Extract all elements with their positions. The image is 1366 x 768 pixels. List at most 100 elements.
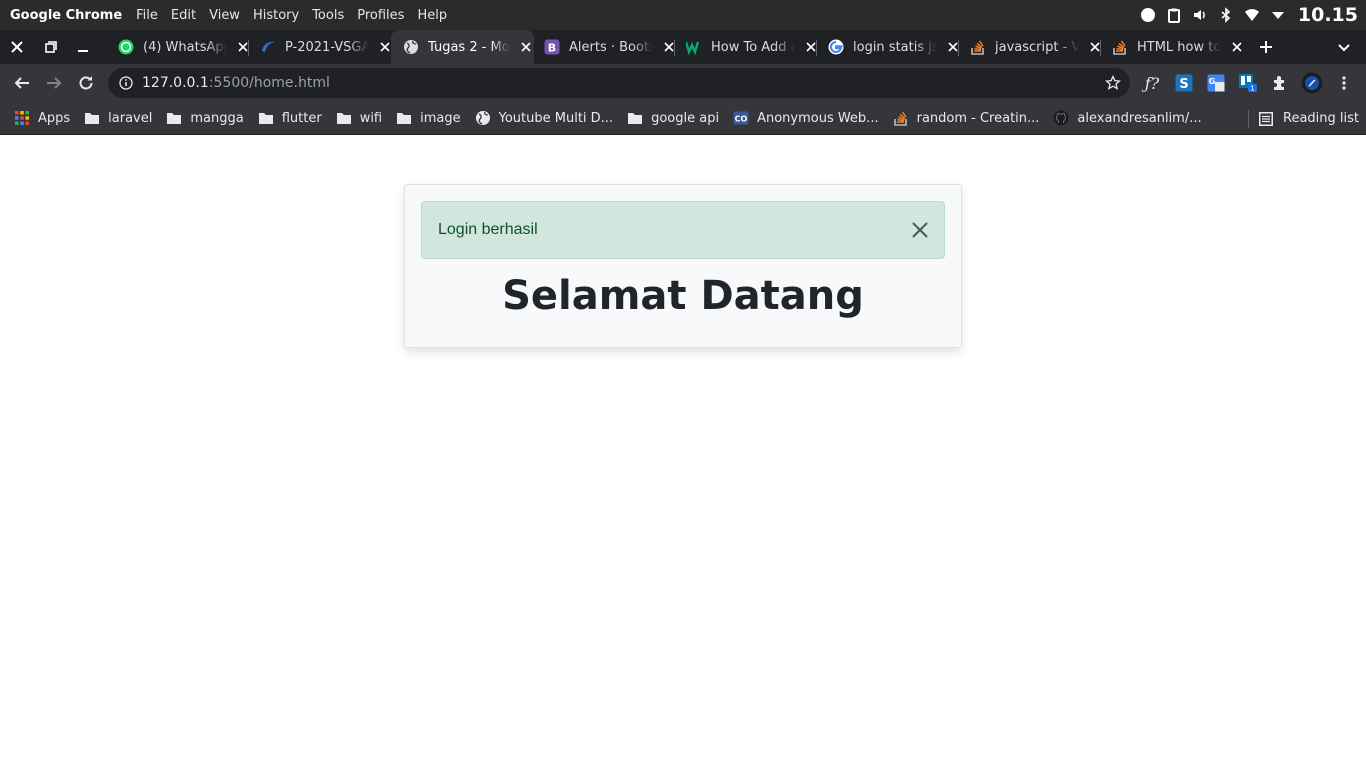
bluetooth-icon[interactable] bbox=[1218, 7, 1234, 23]
bookmark-github-alexandresanlim[interactable]: alexandresanlim/... bbox=[1053, 110, 1202, 126]
menu-help[interactable]: Help bbox=[417, 8, 447, 23]
close-alert-icon[interactable] bbox=[910, 220, 930, 240]
tab-title: HTML how to bbox=[1137, 39, 1221, 55]
bookmark-folder-flutter[interactable]: flutter bbox=[258, 110, 322, 126]
reading-list-button[interactable]: Reading list bbox=[1258, 102, 1359, 135]
tab-divider bbox=[1100, 40, 1101, 56]
url-host: 127.0.0.1 bbox=[142, 75, 209, 91]
stackoverflow-icon bbox=[970, 39, 986, 55]
close-window-icon[interactable] bbox=[2, 30, 32, 64]
svg-text:B: B bbox=[548, 42, 556, 55]
trello-extension-icon[interactable]: 1 bbox=[1237, 72, 1259, 94]
tab-strip: (4) WhatsApp P-2021-VSGA Tugas 2 - Mo B … bbox=[0, 30, 1366, 64]
menu-profiles[interactable]: Profiles bbox=[357, 8, 404, 23]
dropdown-arrow-icon[interactable] bbox=[1270, 7, 1286, 23]
menu-tools[interactable]: Tools bbox=[312, 8, 344, 23]
success-alert: Login berhasil bbox=[421, 201, 945, 259]
folder-icon bbox=[396, 110, 412, 126]
menu-history[interactable]: History bbox=[253, 8, 299, 23]
tab-google-search[interactable]: login statis js bbox=[828, 30, 961, 64]
bookmark-folder-mangga[interactable]: mangga bbox=[166, 110, 244, 126]
tab-p2021[interactable]: P-2021-VSGA bbox=[260, 30, 393, 64]
menu-edit[interactable]: Edit bbox=[171, 8, 196, 23]
web-page: Login berhasil Selamat Datang bbox=[0, 136, 1366, 768]
wifi-icon[interactable] bbox=[1244, 7, 1260, 23]
new-tab-button[interactable] bbox=[1252, 30, 1280, 64]
clock[interactable]: 10.15 bbox=[1298, 4, 1358, 26]
reading-list-icon bbox=[1258, 111, 1274, 127]
tab-title: P-2021-VSGA bbox=[285, 39, 369, 55]
s-extension-icon[interactable]: S bbox=[1173, 72, 1195, 94]
status-circle-icon[interactable] bbox=[1140, 7, 1156, 23]
bookmarks-divider bbox=[1248, 110, 1249, 128]
bookmarks-bar: Apps laravel mangga flutter wifi image Y… bbox=[0, 102, 1366, 135]
forward-button[interactable] bbox=[39, 68, 69, 98]
function-extension-icon[interactable]: ƒ? bbox=[1141, 72, 1163, 94]
tab-title: How To Add a bbox=[711, 39, 795, 55]
close-tab-icon[interactable] bbox=[518, 39, 534, 55]
clipboard-icon[interactable] bbox=[1166, 7, 1182, 23]
extensions-puzzle-icon[interactable] bbox=[1269, 72, 1291, 94]
svg-text:1: 1 bbox=[1250, 85, 1254, 93]
back-button[interactable] bbox=[7, 68, 37, 98]
bookmark-label: flutter bbox=[281, 110, 322, 126]
bookmark-anonymous-web[interactable]: CO Anonymous Web... bbox=[733, 110, 879, 126]
tab-title: Tugas 2 - Mo bbox=[428, 39, 510, 55]
folder-icon bbox=[84, 110, 100, 126]
w-icon bbox=[686, 39, 702, 55]
bookmark-apps[interactable]: Apps bbox=[14, 110, 70, 126]
volume-icon[interactable] bbox=[1192, 7, 1208, 23]
bookmark-folder-image[interactable]: image bbox=[396, 110, 461, 126]
tab-divider bbox=[248, 40, 249, 56]
tab-javascript-so[interactable]: javascript - V bbox=[970, 30, 1103, 64]
bookmark-folder-laravel[interactable]: laravel bbox=[84, 110, 152, 126]
bookmark-folder-google-api[interactable]: google api bbox=[627, 110, 719, 126]
chrome-menu-icon[interactable] bbox=[1333, 72, 1355, 94]
tab-divider bbox=[958, 40, 959, 56]
bookmark-random-creating[interactable]: random - Creatin... bbox=[893, 110, 1040, 126]
bookmark-star-icon[interactable] bbox=[1104, 74, 1122, 92]
menu-file[interactable]: File bbox=[136, 8, 158, 23]
profile-avatar[interactable] bbox=[1301, 72, 1323, 94]
reading-list-label: Reading list bbox=[1283, 111, 1359, 126]
tab-title: login statis js bbox=[853, 39, 937, 55]
apps-grid-icon bbox=[14, 110, 30, 126]
whatsapp-icon bbox=[118, 39, 134, 55]
app-name[interactable]: Google Chrome bbox=[10, 8, 122, 23]
welcome-card: Login berhasil Selamat Datang bbox=[404, 184, 962, 348]
reload-button[interactable] bbox=[71, 68, 101, 98]
bookmark-label: laravel bbox=[108, 110, 153, 126]
address-bar[interactable]: 127.0.0.1:5500/home.html bbox=[108, 68, 1130, 98]
bookmark-youtube-multi[interactable]: Youtube Multi D... bbox=[475, 110, 613, 126]
restore-window-icon[interactable] bbox=[36, 30, 66, 64]
svg-text:S: S bbox=[1179, 77, 1188, 92]
bookmark-label: Apps bbox=[38, 110, 71, 126]
globe-icon bbox=[403, 39, 419, 55]
minimize-window-icon[interactable] bbox=[68, 30, 98, 64]
bootstrap-icon: B bbox=[544, 39, 560, 55]
page-heading: Selamat Datang bbox=[502, 273, 864, 319]
site-icon bbox=[260, 39, 276, 55]
menu-view[interactable]: View bbox=[209, 8, 240, 23]
site-info-icon[interactable] bbox=[118, 75, 134, 91]
folder-icon bbox=[166, 110, 182, 126]
tab-whatsapp[interactable]: (4) WhatsApp bbox=[118, 30, 251, 64]
translate-extension-icon[interactable]: G bbox=[1205, 72, 1227, 94]
bookmark-label: google api bbox=[651, 110, 720, 126]
close-tab-icon[interactable] bbox=[1229, 39, 1245, 55]
folder-icon bbox=[258, 110, 274, 126]
tab-title: javascript - V bbox=[995, 39, 1079, 55]
tab-title: (4) WhatsApp bbox=[143, 39, 227, 55]
tab-bootstrap-alerts[interactable]: B Alerts · Boots bbox=[544, 30, 677, 64]
tab-tugas-active[interactable]: Tugas 2 - Mo bbox=[391, 30, 534, 64]
globe-icon bbox=[475, 110, 491, 126]
github-icon bbox=[1053, 110, 1069, 126]
bookmark-folder-wifi[interactable]: wifi bbox=[336, 110, 382, 126]
tab-html-how-to[interactable]: HTML how to bbox=[1112, 30, 1245, 64]
tab-search-chevron-icon[interactable] bbox=[1330, 30, 1358, 64]
folder-icon bbox=[627, 110, 643, 126]
svg-text:CO: CO bbox=[735, 115, 748, 124]
bookmark-label: random - Creatin... bbox=[916, 110, 1040, 126]
browser-toolbar: 127.0.0.1:5500/home.html ƒ? S G 1 bbox=[0, 64, 1366, 102]
tab-how-to-add[interactable]: How To Add a bbox=[686, 30, 819, 64]
